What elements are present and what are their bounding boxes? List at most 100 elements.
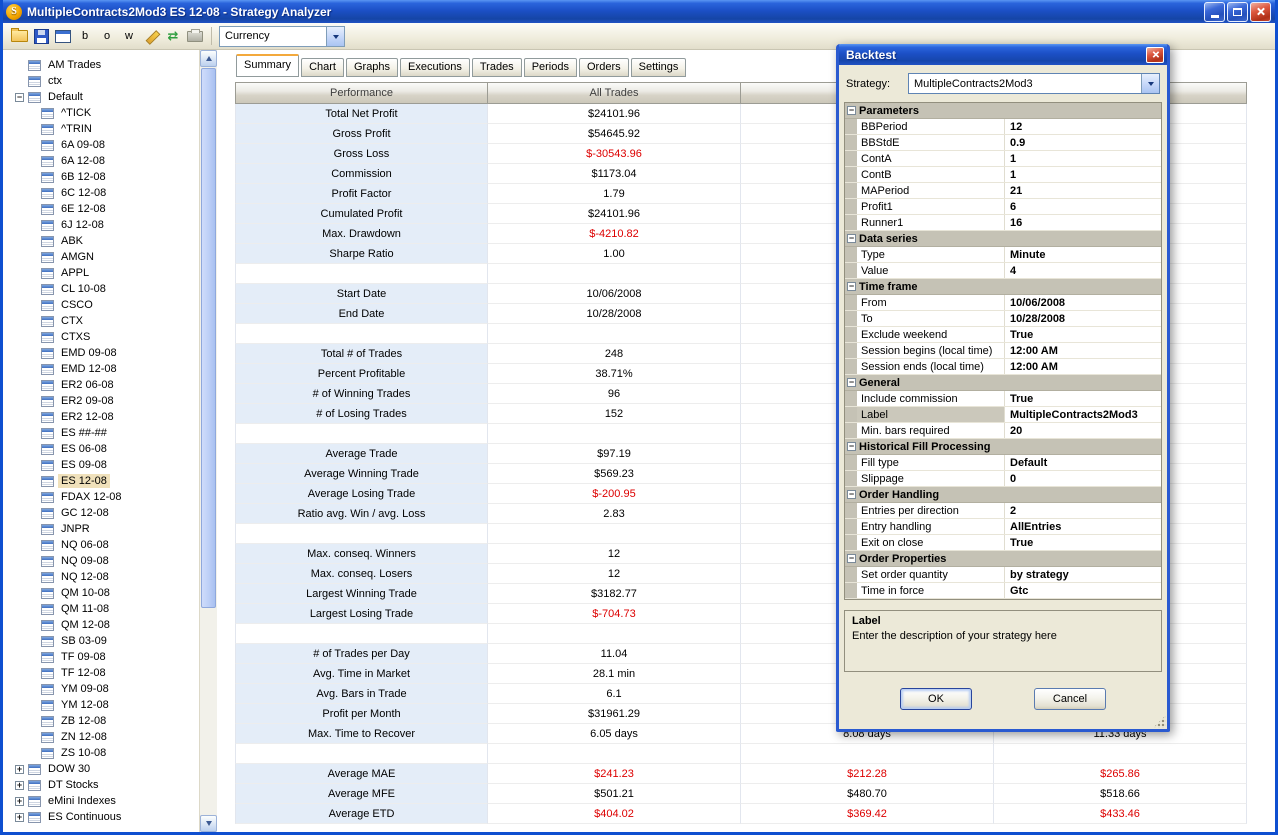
tab-orders[interactable]: Orders: [578, 58, 629, 77]
toolbar-letter-b-button[interactable]: b: [74, 25, 96, 47]
tree-item[interactable]: ctx: [3, 73, 217, 89]
pgrid-row[interactable]: Slippage 0: [845, 471, 1161, 487]
tree-item[interactable]: 6A 09-08: [3, 137, 217, 153]
tree-item[interactable]: CSCO: [3, 297, 217, 313]
pgrid-category[interactable]: − Historical Fill Processing: [845, 439, 1161, 455]
pgrid-row[interactable]: Exclude weekend True: [845, 327, 1161, 343]
collapse-icon[interactable]: −: [847, 490, 856, 499]
pgrid-row[interactable]: Min. bars required 20: [845, 423, 1161, 439]
tree-item[interactable]: ^TICK: [3, 105, 217, 121]
collapse-icon[interactable]: −: [847, 378, 856, 387]
tree-item[interactable]: + DOW 30: [3, 761, 217, 777]
tree-item[interactable]: NQ 06-08: [3, 537, 217, 553]
dialog-title-bar[interactable]: Backtest: [839, 44, 1167, 65]
column-header[interactable]: All Trades: [488, 82, 741, 104]
toolbar-letter-w-button[interactable]: w: [118, 25, 140, 47]
tab-graphs[interactable]: Graphs: [345, 58, 399, 77]
tree-item[interactable]: 6B 12-08: [3, 169, 217, 185]
scroll-up-button[interactable]: [200, 50, 217, 67]
tree-item[interactable]: ER2 06-08: [3, 377, 217, 393]
tab-summary[interactable]: Summary: [236, 54, 300, 77]
tree-item[interactable]: QM 12-08: [3, 617, 217, 633]
pgrid-row[interactable]: Type Minute: [845, 247, 1161, 263]
tree-item[interactable]: ZS 10-08: [3, 745, 217, 761]
toolbar-edit-button[interactable]: [140, 25, 162, 47]
pgrid-row[interactable]: Fill type Default: [845, 455, 1161, 471]
tab-executions[interactable]: Executions: [400, 58, 470, 77]
pgrid-row[interactable]: BBStdE 0.9: [845, 135, 1161, 151]
tree-item[interactable]: ABK: [3, 233, 217, 249]
tree-expand-icon[interactable]: +: [15, 764, 24, 774]
dialog-close-button[interactable]: [1146, 46, 1164, 63]
pgrid-category[interactable]: − Time frame: [845, 279, 1161, 295]
tree-scrollbar[interactable]: [199, 50, 217, 832]
pgrid-row[interactable]: BBPeriod 12: [845, 119, 1161, 135]
minimize-button[interactable]: [1204, 1, 1225, 22]
tree-item[interactable]: ES 09-08: [3, 457, 217, 473]
tree-item[interactable]: 6A 12-08: [3, 153, 217, 169]
tree-item[interactable]: 6E 12-08: [3, 201, 217, 217]
tree-item[interactable]: YM 12-08: [3, 697, 217, 713]
tree-item[interactable]: + DT Stocks: [3, 777, 217, 793]
tree-item[interactable]: CTX: [3, 313, 217, 329]
pgrid-row[interactable]: ContB 1: [845, 167, 1161, 183]
tree-collapse-icon[interactable]: −: [15, 92, 24, 102]
collapse-icon[interactable]: −: [847, 282, 856, 291]
scroll-down-button[interactable]: [200, 815, 217, 832]
pgrid-row[interactable]: Include commission True: [845, 391, 1161, 407]
tab-settings[interactable]: Settings: [630, 58, 687, 77]
scroll-thumb[interactable]: [201, 68, 216, 608]
cancel-button[interactable]: Cancel: [1034, 688, 1106, 710]
tree-item[interactable]: ES 06-08: [3, 441, 217, 457]
tree-item[interactable]: QM 10-08: [3, 585, 217, 601]
pgrid-row[interactable]: ContA 1: [845, 151, 1161, 167]
pgrid-row[interactable]: Session ends (local time) 12:00 AM: [845, 359, 1161, 375]
tree-item[interactable]: ZN 12-08: [3, 729, 217, 745]
pgrid-row[interactable]: Entry handling AllEntries: [845, 519, 1161, 535]
tree-item[interactable]: ER2 12-08: [3, 409, 217, 425]
pgrid-category[interactable]: − General: [845, 375, 1161, 391]
toolbar-open-button[interactable]: [8, 25, 30, 47]
tree-item[interactable]: 6J 12-08: [3, 217, 217, 233]
tree-item[interactable]: ^TRIN: [3, 121, 217, 137]
strategy-combobox[interactable]: MultipleContracts2Mod3: [908, 73, 1160, 94]
tab-periods[interactable]: Periods: [523, 58, 577, 77]
collapse-icon[interactable]: −: [847, 234, 856, 243]
close-button[interactable]: [1250, 1, 1271, 22]
pgrid-category[interactable]: − Order Properties: [845, 551, 1161, 567]
pgrid-row[interactable]: Time in force Gtc: [845, 583, 1161, 599]
tree-item[interactable]: GC 12-08: [3, 505, 217, 521]
pgrid-row[interactable]: Exit on close True: [845, 535, 1161, 551]
pgrid-row[interactable]: Session begins (local time) 12:00 AM: [845, 343, 1161, 359]
pgrid-row[interactable]: To 10/28/2008: [845, 311, 1161, 327]
title-bar[interactable]: S MultipleContracts2Mod3 ES 12-08 - Stra…: [3, 0, 1275, 23]
toolbar-letter-o-button[interactable]: o: [96, 25, 118, 47]
tree-expand-icon[interactable]: +: [15, 796, 24, 806]
pgrid-category[interactable]: − Data series: [845, 231, 1161, 247]
tree-item[interactable]: CTXS: [3, 329, 217, 345]
toolbar-window-button[interactable]: [52, 25, 74, 47]
tree-item[interactable]: ES ##-##: [3, 425, 217, 441]
maximize-button[interactable]: [1227, 1, 1248, 22]
ok-button[interactable]: OK: [900, 688, 972, 710]
tab-chart[interactable]: Chart: [301, 58, 344, 77]
pgrid-row[interactable]: Runner1 16: [845, 215, 1161, 231]
pgrid-row[interactable]: Value 4: [845, 263, 1161, 279]
tree-item[interactable]: CL 10-08: [3, 281, 217, 297]
column-header[interactable]: Performance: [235, 82, 488, 104]
tree-item[interactable]: AM Trades: [3, 57, 217, 73]
currency-dropdown-button[interactable]: [326, 26, 344, 46]
pgrid-category[interactable]: − Parameters: [845, 103, 1161, 119]
pgrid-row[interactable]: MAPeriod 21: [845, 183, 1161, 199]
toolbar-print-button[interactable]: [184, 25, 206, 47]
pgrid-category[interactable]: − Order Handling: [845, 487, 1161, 503]
tree-item[interactable]: + ES Continuous: [3, 809, 217, 825]
pgrid-row[interactable]: Set order quantity by strategy: [845, 567, 1161, 583]
tree-item[interactable]: APPL: [3, 265, 217, 281]
tree-item[interactable]: NQ 09-08: [3, 553, 217, 569]
tree-item[interactable]: ZB 12-08: [3, 713, 217, 729]
tree-expand-icon[interactable]: +: [15, 812, 24, 822]
tab-trades[interactable]: Trades: [471, 58, 522, 77]
pgrid-row[interactable]: Profit1 6: [845, 199, 1161, 215]
tree-item[interactable]: SB 03-09: [3, 633, 217, 649]
